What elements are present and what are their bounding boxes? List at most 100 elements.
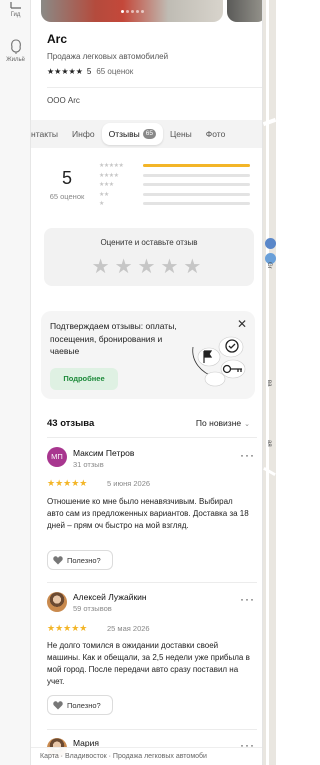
tab-label: нтакты xyxy=(31,129,59,139)
rating-bar-2: ★★ xyxy=(99,190,257,200)
rating-bar-5: ★★★★★ xyxy=(99,161,257,171)
sort-label: По новизне xyxy=(195,418,242,428)
nav-item-guide-label: Гид xyxy=(10,12,21,18)
map-label: ва xyxy=(266,380,272,387)
reviews-count: 43 отзыва xyxy=(47,418,95,429)
tab-label: Инфо xyxy=(72,129,95,139)
tab-label: Цены xyxy=(169,129,192,139)
carousel-dot[interactable] xyxy=(140,10,144,13)
breadcrumb[interactable]: Карта · Владивосток · Продажа легковых а… xyxy=(31,747,262,765)
rating-bar-stars-icon: ★★★★★ xyxy=(99,163,124,170)
review-stars: ★★★★★ xyxy=(47,623,88,633)
carousel-dot[interactable] xyxy=(125,10,129,13)
rating-bar-track xyxy=(143,173,250,177)
sort-dropdown[interactable]: По новизне ⌄ xyxy=(196,418,250,428)
more-options-icon[interactable]: ··· xyxy=(240,448,255,462)
organization-panel: Arc Продажа легковых автомобилей ★★★★★ 5… xyxy=(31,0,263,765)
more-options-icon[interactable]: ··· xyxy=(240,592,255,606)
organization-name: Arc xyxy=(47,32,68,46)
helpful-button[interactable]: Полезно? xyxy=(47,695,113,715)
reviewer-name[interactable]: Максим Петров xyxy=(73,448,134,458)
promo-text: Подтверждаем отзывы: оплаты, посещения, … xyxy=(50,321,177,356)
helpful-button[interactable]: Полезно? xyxy=(47,550,113,570)
review-text: Не долго томился в ожидании доставки сво… xyxy=(47,641,250,686)
rating-summary-count: 65 оценок xyxy=(49,192,85,201)
avatar[interactable] xyxy=(47,592,67,612)
tab-info[interactable]: Инфо xyxy=(65,123,102,145)
review-stars: ★★★★★ xyxy=(47,478,88,488)
divider xyxy=(47,437,257,438)
nav-item-guide[interactable]: Гид xyxy=(0,2,31,18)
helpful-label: Полезно? xyxy=(67,555,101,565)
map-road xyxy=(263,117,276,127)
rating-bar-4: ★★★★ xyxy=(99,171,257,181)
reviewer-reviews-count: 59 отзывов xyxy=(73,604,112,613)
carousel-dot[interactable] xyxy=(135,10,139,13)
divider xyxy=(47,582,257,583)
reviewer-reviews-count: 31 отзыв xyxy=(73,460,104,469)
carousel-dots xyxy=(41,0,223,18)
rating-value: 5 xyxy=(86,67,92,76)
map-poi-icon[interactable] xyxy=(265,238,276,249)
rating-summary-value: 5 xyxy=(61,168,72,188)
rate-prompt-title: Оцените и оставьте отзыв xyxy=(100,238,198,247)
verification-illustration-icon xyxy=(192,336,246,387)
tab-reviews[interactable]: Отзывы 65 xyxy=(101,123,163,145)
nav-item-housing-label: Жильё xyxy=(6,57,25,63)
promo-more-button[interactable]: Подробнее xyxy=(50,368,118,390)
nav-item-housing[interactable]: Жильё xyxy=(0,39,31,63)
tabs-bar: нтакты Инфо Отзывы 65 Цены Фото xyxy=(31,120,262,148)
rating-distribution: ★★★★★ ★★★★ ★★★ ★★ ★ xyxy=(99,161,257,209)
rating-bar-track xyxy=(143,164,250,168)
organization-category[interactable]: Продажа легковых автомобилей xyxy=(47,52,168,61)
chevron-down-icon: ⌄ xyxy=(244,421,250,428)
carousel-dot[interactable] xyxy=(120,10,124,13)
tab-label: Отзывы xyxy=(108,129,140,139)
review-text: Отношение ко мне было ненавязчивым. Выби… xyxy=(47,497,249,530)
heart-icon xyxy=(53,555,63,564)
divider xyxy=(47,87,262,88)
review-date: 25 мая 2026 xyxy=(107,624,150,633)
photo-next[interactable] xyxy=(227,0,262,22)
rating-bar-fill xyxy=(143,164,250,168)
rate-stars[interactable]: ★★★★★ xyxy=(44,254,254,279)
avatar[interactable]: МП xyxy=(47,447,67,467)
map-label: Gr xyxy=(266,262,272,269)
review-card: МП Максим Петров 31 отзыв ··· ★★★★★ 5 ию… xyxy=(47,437,257,583)
tab-contacts[interactable]: нтакты xyxy=(31,123,65,145)
rating-bar-3: ★★★ xyxy=(99,180,257,190)
map-area[interactable]: Gr ва ая xyxy=(263,0,276,765)
rating-bar-track xyxy=(143,202,250,206)
rate-prompt: Оцените и оставьте отзыв ★★★★★ xyxy=(44,228,254,286)
photo-main[interactable] xyxy=(41,0,223,22)
rating-bar-track xyxy=(143,192,250,196)
rating-bar-stars-icon: ★ xyxy=(99,201,104,208)
tab-label: Фото xyxy=(205,129,226,139)
rating-bar-1: ★ xyxy=(99,199,257,209)
left-nav-rail: Гид Жильё xyxy=(0,0,31,765)
tab-prices[interactable]: Цены xyxy=(163,123,199,145)
organization-rating[interactable]: ★★★★★ 5 65 оценок xyxy=(47,67,133,76)
rating-bar-stars-icon: ★★★★ xyxy=(99,172,119,179)
verification-promo: Подтверждаем отзывы: оплаты, посещения, … xyxy=(41,311,255,399)
reviewer-name[interactable]: Алексей Лужайкин xyxy=(73,592,147,602)
tab-photos[interactable]: Фото xyxy=(199,123,233,145)
legal-name: ООО Arc xyxy=(47,96,80,105)
photo-carousel[interactable] xyxy=(41,0,262,22)
helpful-label: Полезно? xyxy=(67,700,101,710)
rating-bar-stars-icon: ★★ xyxy=(99,191,109,198)
divider xyxy=(47,729,257,730)
guide-icon xyxy=(9,2,21,9)
review-date: 5 июня 2026 xyxy=(107,479,151,488)
heart-icon xyxy=(53,700,63,709)
rating-bar-track xyxy=(143,183,250,187)
rating-stars-icon: ★★★★★ xyxy=(47,67,83,76)
ratings-count: 65 оценок xyxy=(96,67,134,76)
map-label: ая xyxy=(266,440,272,447)
carousel-dot[interactable] xyxy=(130,10,134,13)
review-card: Алексей Лужайкин 59 отзывов ··· ★★★★★ 25… xyxy=(47,582,257,729)
rating-summary: 5 65 оценок xyxy=(45,168,89,201)
housing-icon xyxy=(10,39,21,54)
tab-badge: 65 xyxy=(142,129,156,139)
rating-bar-stars-icon: ★★★ xyxy=(99,182,114,189)
